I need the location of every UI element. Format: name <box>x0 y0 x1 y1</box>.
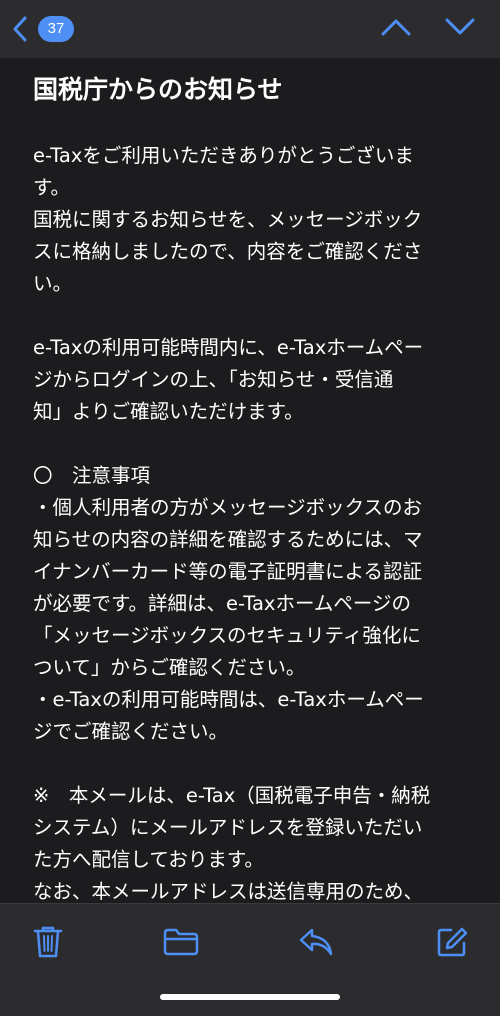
reply-button[interactable] <box>294 922 338 966</box>
message-content[interactable]: 国税庁からのお知らせ e-Taxをご利用いただきありがとうございま す。 国税に… <box>0 58 500 903</box>
delete-button[interactable] <box>26 922 70 966</box>
unread-count-badge: 37 <box>38 16 74 42</box>
message-body: e-Taxをご利用いただきありがとうございま す。 国税に関するお知らせを、メッ… <box>33 144 431 903</box>
chevron-left-icon <box>6 12 34 46</box>
chevron-up-icon <box>380 17 412 41</box>
trash-icon <box>33 925 63 963</box>
chevron-down-icon <box>444 17 476 41</box>
home-indicator[interactable] <box>160 994 340 1000</box>
folder-icon <box>163 928 199 960</box>
move-to-folder-button[interactable] <box>159 922 203 966</box>
mail-message-screen: 37 国税庁からのお知らせ e-Taxをご利用いただきありがとうございま す。 … <box>0 0 500 1016</box>
previous-message-button[interactable] <box>376 12 416 46</box>
navigation-bar: 37 <box>0 0 500 59</box>
back-button[interactable]: 37 <box>6 12 74 46</box>
reply-icon <box>298 927 334 961</box>
compose-icon <box>436 926 468 962</box>
compose-button[interactable] <box>430 922 474 966</box>
next-message-button[interactable] <box>440 12 480 46</box>
message-subject: 国税庁からのお知らせ <box>33 75 283 104</box>
